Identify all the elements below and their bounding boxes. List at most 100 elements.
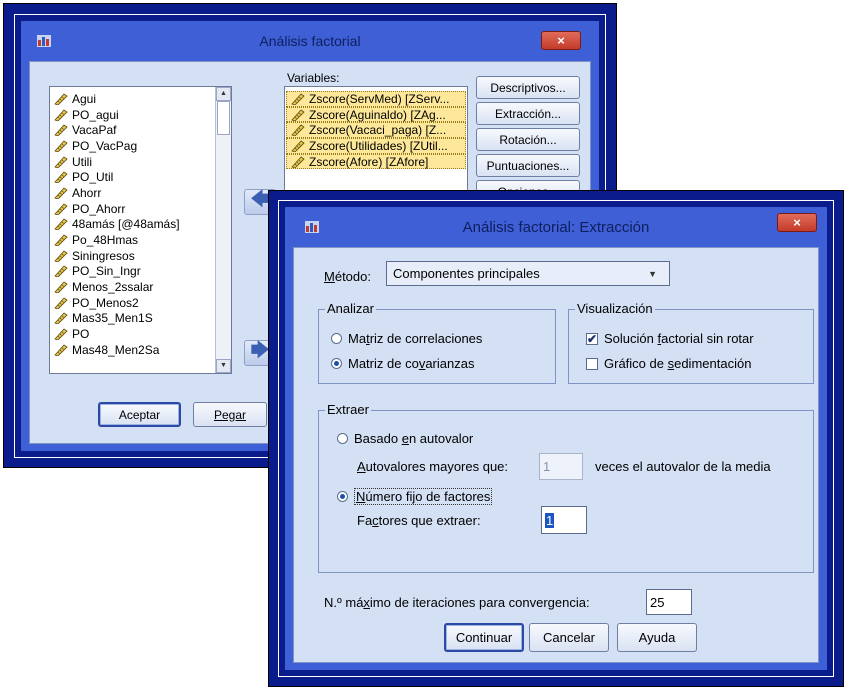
variable-list-item[interactable]: VacaPaf — [50, 122, 215, 138]
scree-plot-label: Gráfico de sedimentación — [604, 356, 752, 371]
selected-variable-item-label: Zscore(Aguinaldo) [ZAg... — [309, 107, 446, 122]
radio-covariance-matrix[interactable]: Matriz de covarianzas — [331, 356, 474, 371]
max-iterations-label: N.º máximo de iteraciones para convergen… — [324, 595, 590, 610]
selected-variable-item[interactable]: Zscore(ServMed) [ZServ... — [286, 91, 466, 107]
variable-list[interactable]: Agui PO_agui VacaPaf PO_VacPag Utili PO_Util A… — [49, 86, 232, 374]
max-iterations-input[interactable]: 25 — [646, 589, 692, 615]
help-button[interactable]: Ayuda — [617, 623, 697, 652]
variable-list-item-label: VacaPaf — [72, 123, 117, 138]
scale-variable-icon — [54, 124, 68, 137]
method-select-value: Componentes principales — [393, 266, 540, 281]
main-window-titlebar[interactable]: Análisis factorial × — [21, 21, 599, 61]
selected-variables-items: Zscore(ServMed) [ZServ... Zscore(Aguinald… — [286, 91, 466, 170]
continue-button[interactable]: Continuar — [444, 623, 524, 652]
extraction-dialog-titlebar[interactable]: Análisis factorial: Extracción × — [285, 207, 827, 247]
variable-list-item[interactable]: PO_agui — [50, 107, 215, 123]
max-iterations-row: N.º máximo de iteraciones para convergen… — [324, 595, 590, 610]
checkbox-icon[interactable] — [586, 357, 598, 370]
scroll-up-arrow-icon[interactable]: ▲ — [216, 87, 231, 101]
factors-input-value: 1 — [545, 512, 555, 528]
main-window-title: Análisis factorial — [259, 33, 361, 49]
variable-list-item-label: Po_48Hmas — [72, 233, 139, 248]
main-close-button[interactable]: × — [541, 31, 581, 50]
selected-variable-item[interactable]: Zscore(Utilidades) [ZUtil... — [286, 138, 466, 154]
extraction-button[interactable]: Extracción... — [476, 102, 580, 125]
checkbox-icon[interactable]: ✔ — [586, 332, 598, 345]
variable-list-item-label: PO_agui — [72, 107, 119, 122]
extract-legend: Extraer — [325, 402, 371, 417]
scale-variable-icon — [54, 109, 68, 121]
variable-list-item[interactable]: Menos_2ssalar — [50, 279, 215, 295]
variable-list-items: Agui PO_agui VacaPaf PO_VacPag Utili PO_Util A… — [50, 91, 215, 358]
scale-variable-icon — [291, 124, 305, 137]
radio-fixed-factors[interactable]: Número fijo de factores — [337, 488, 493, 505]
selected-variable-item[interactable]: Zscore(Aguinaldo) [ZAg... — [286, 106, 466, 123]
variable-list-item[interactable]: 48amás [@48amás] — [50, 217, 215, 233]
eigenvalue-input[interactable]: 1 — [539, 453, 583, 480]
scale-variable-icon — [54, 140, 68, 152]
variable-list-item-label: PO_Ahorr — [72, 201, 126, 216]
display-group: Visualización ✔ Solución factorial sin r… — [568, 301, 814, 384]
variable-list-item-label: Siningresos — [72, 248, 135, 263]
checkbox-unrotated-solution[interactable]: ✔ Solución factorial sin rotar — [586, 331, 754, 346]
scale-variable-icon — [54, 93, 68, 105]
variable-list-item-label: Menos_2ssalar — [72, 280, 154, 295]
extraction-dialog-client: Método: Componentes principales ▼ Analiz… — [293, 247, 819, 663]
rotation-button[interactable]: Rotación... — [476, 128, 580, 151]
factors-input[interactable]: 1 — [541, 506, 587, 534]
scores-button[interactable]: Puntuaciones... — [476, 154, 580, 177]
radio-icon[interactable] — [337, 433, 348, 444]
radio-icon[interactable] — [331, 358, 342, 369]
variable-list-item[interactable]: Mas48_Men2Sa — [50, 342, 215, 358]
variable-list-item-label: Utili — [72, 154, 92, 169]
selected-variable-item[interactable]: Zscore(Vacaci_paga) [Z... — [286, 122, 466, 139]
selected-variable-item[interactable]: Zscore(Afore) [ZAfore] — [286, 153, 466, 170]
variable-list-item-label: PO_VacPag — [72, 138, 138, 153]
variable-list-item[interactable]: Ahorr — [50, 185, 215, 201]
scale-variable-icon — [54, 297, 68, 309]
eigen-threshold-label: Autovalores mayores que: — [357, 459, 508, 474]
variable-list-item-label: Mas48_Men2Sa — [72, 342, 160, 357]
checkbox-scree-plot[interactable]: Gráfico de sedimentación — [586, 356, 751, 371]
scale-variable-icon — [54, 156, 68, 168]
variable-list-item[interactable]: Utili — [50, 154, 215, 170]
variable-list-item[interactable]: Agui — [50, 91, 215, 107]
paste-button-label: Pegar — [213, 407, 247, 422]
cancel-button[interactable]: Cancelar — [529, 623, 609, 652]
radio-correlation-label: Matriz de correlaciones — [348, 331, 483, 346]
scale-variable-icon — [54, 171, 68, 184]
radio-icon[interactable] — [337, 491, 348, 502]
accept-button[interactable]: Aceptar — [98, 402, 181, 427]
paste-button[interactable]: Pegar — [193, 402, 267, 427]
variable-list-item[interactable]: Mas35_Men1S — [50, 311, 215, 327]
variable-list-item[interactable]: PO_Ahorr — [50, 201, 215, 217]
scale-variable-icon — [291, 140, 305, 152]
descriptives-button[interactable]: Descriptivos... — [476, 76, 580, 99]
radio-covariance-label: Matriz de covarianzas — [348, 356, 475, 371]
variable-list-item[interactable]: Po_48Hmas — [50, 232, 215, 248]
method-select[interactable]: Componentes principales ▼ — [386, 261, 670, 286]
variable-list-item[interactable]: PO_Menos2 — [50, 295, 215, 311]
variables-label: Variables: — [287, 71, 340, 85]
extract-group: Extraer Basado en autovalor Autovalores … — [318, 402, 814, 573]
variable-list-item-label: Agui — [72, 91, 97, 106]
dialog-close-button[interactable]: × — [777, 213, 817, 232]
radio-correlation-matrix[interactable]: Matriz de correlaciones — [331, 331, 482, 346]
scale-variable-icon — [54, 265, 68, 278]
selected-variable-item-label: Zscore(ServMed) [ZServ... — [309, 91, 450, 106]
scrollbar-thumb[interactable] — [217, 101, 230, 135]
eigen-option-label: Basado en autovalor — [354, 431, 474, 446]
variable-list-item[interactable]: PO — [50, 326, 215, 342]
scale-variable-icon — [54, 328, 68, 341]
variable-list-item[interactable]: PO_Sin_Ingr — [50, 264, 215, 280]
variable-list-scrollbar[interactable]: ▲ ▼ — [215, 87, 231, 373]
variable-list-item[interactable]: Siningresos — [50, 248, 215, 264]
selected-variables-list[interactable]: Zscore(ServMed) [ZServ... Zscore(Aguinald… — [284, 86, 468, 201]
scale-variable-icon — [54, 344, 68, 356]
scroll-down-arrow-icon[interactable]: ▼ — [216, 359, 231, 373]
radio-eigenvalue-based[interactable]: Basado en autovalor — [337, 431, 473, 446]
radio-icon[interactable] — [331, 333, 342, 344]
variable-list-item[interactable]: PO_Util — [50, 169, 215, 185]
scale-variable-icon — [54, 218, 68, 231]
variable-list-item[interactable]: PO_VacPag — [50, 138, 215, 154]
